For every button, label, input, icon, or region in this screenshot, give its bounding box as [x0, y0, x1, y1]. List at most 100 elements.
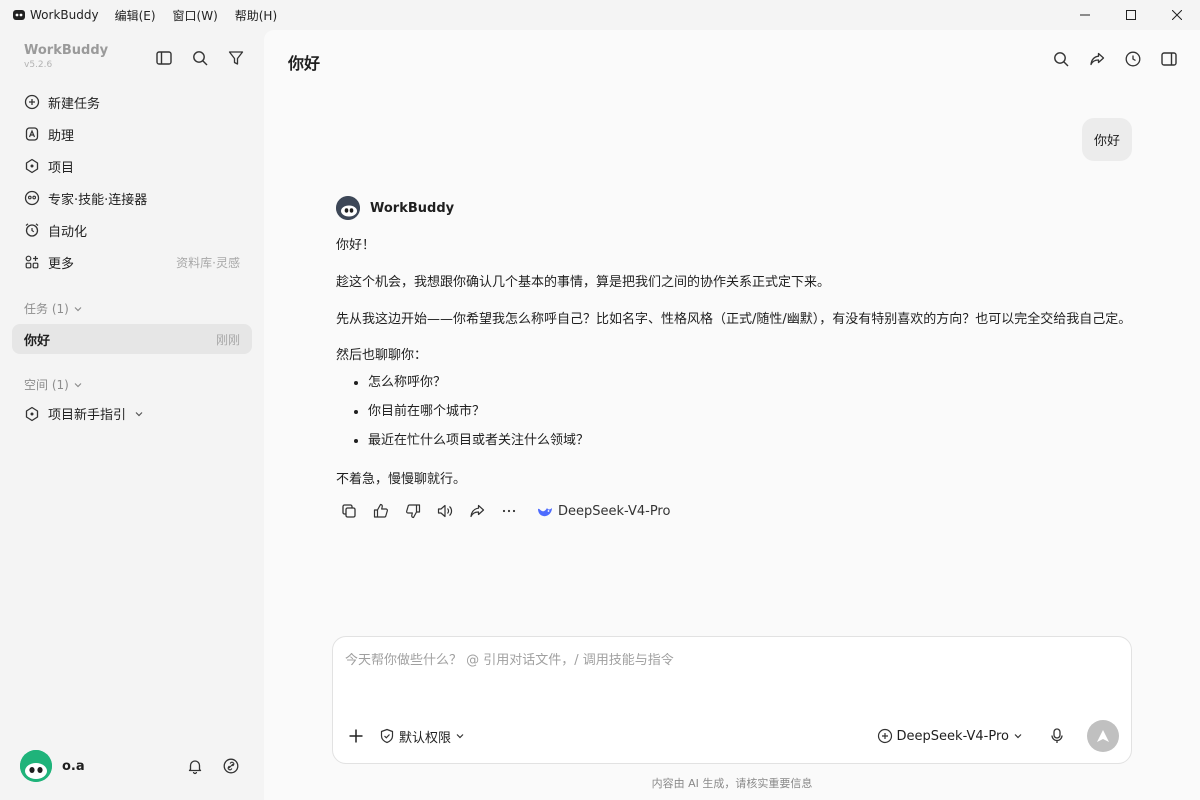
sidebar-item-project[interactable]: 项目 [12, 150, 252, 182]
chevron-down-icon [1014, 734, 1022, 739]
sidebar-item-label: 专家·技能·连接器 [48, 192, 148, 208]
composer-toolbar: 默认权限 DeepSeek-V4-Pro [347, 720, 1119, 752]
menu-help[interactable]: 帮助(H) [235, 7, 277, 24]
sidebar-item-experts[interactable]: 专家·技能·连接器 [12, 182, 252, 214]
more-subtitle: 资料库·灵感 [176, 255, 240, 270]
page-title: 你好 [288, 54, 321, 73]
user-message: 你好 [1081, 118, 1132, 161]
task-item[interactable]: 你好 刚刚 [12, 324, 252, 354]
copy-icon[interactable] [340, 502, 358, 520]
sidebar-item-new-task[interactable]: 新建任务 [12, 86, 252, 118]
app-version: v5.2.6 [24, 60, 53, 70]
close-button[interactable] [1154, 0, 1200, 30]
task-title: 你好 [24, 333, 51, 349]
grid-plus-icon [25, 255, 39, 269]
message-paragraph: 然后也聊聊你： [336, 348, 428, 363]
send-arrow-icon [1097, 730, 1109, 742]
alarm-clock-icon [25, 223, 39, 237]
title-bar: WorkBuddy 编辑(E) 窗口(W) 帮助(H) [0, 0, 1200, 30]
add-icon[interactable] [347, 727, 365, 745]
permission-label: 默认权限 [399, 730, 452, 746]
list-item: 最近在忙什么项目或者关注什么领域？ [368, 426, 1136, 455]
chevron-down-icon [74, 382, 82, 387]
expert-icon [24, 190, 40, 206]
speaker-icon[interactable] [436, 502, 454, 520]
plus-circle-icon [877, 728, 892, 744]
disclaimer: 内容由 AI 生成，请核实重要信息 [651, 777, 813, 790]
shield-check-icon [380, 728, 394, 744]
list-item: 怎么称呼你？ [368, 368, 1136, 397]
sidebar-item-label: 新建任务 [48, 96, 101, 112]
message-paragraph: 趁这个机会，我想跟你确认几个基本的事情，算是把我们之间的协作关系正式定下来。 [336, 275, 831, 290]
assistant-icon [25, 127, 39, 141]
workbuddy-logo-icon [13, 10, 25, 20]
sidebar-item-more[interactable]: 更多 资料库·灵感 [12, 246, 252, 278]
chevron-down-icon [74, 306, 82, 311]
sidebar-nav: 新建任务 助理 项目 专家·技能·连接器 自动化 更多 资料库·灵感 [12, 86, 252, 278]
composer: 默认权限 DeepSeek-V4-Pro [332, 636, 1132, 764]
project-icon [25, 406, 39, 421]
share-icon[interactable] [1088, 50, 1106, 68]
chat-input[interactable] [345, 653, 1115, 668]
main-toolbar [1052, 50, 1178, 68]
sidebar-item-assistant[interactable]: 助理 [12, 118, 252, 150]
maximize-icon [1126, 10, 1136, 20]
assistant-name: WorkBuddy [370, 200, 455, 216]
assistant-header: WorkBuddy [336, 196, 1136, 220]
panel-toggle-icon[interactable] [1160, 50, 1178, 68]
space-header[interactable]: 空间 (1) [24, 376, 83, 393]
sidebar-item-label: 更多 [48, 256, 75, 272]
avatar[interactable] [20, 750, 52, 782]
sidebar-item-automation[interactable]: 自动化 [12, 214, 252, 246]
task-time: 刚刚 [215, 332, 240, 347]
thumbs-up-icon[interactable] [372, 502, 390, 520]
model-select[interactable]: DeepSeek-V4-Pro [877, 728, 1023, 744]
sidebar: WorkBuddy v5.2.6 新建任务 助理 项目 专家·技能·连接器 自动… [0, 30, 264, 800]
brand: WorkBuddy v5.2.6 [24, 43, 108, 70]
brand-name: WorkBuddy [24, 43, 109, 58]
history-icon[interactable] [1124, 50, 1142, 68]
sidebar-item-label: 项目 [48, 160, 75, 176]
main-panel: 你好 你好 WorkBuddy 你好！ 趁这个机会，我想跟你确认几个基本的事情，… [264, 30, 1200, 800]
model-tag: DeepSeek-V4-Pro [536, 503, 670, 519]
search-icon[interactable] [191, 49, 209, 67]
message-paragraph: 不着急，慢慢聊就行。 [336, 472, 467, 487]
app-name: WorkBuddy [30, 8, 99, 22]
permission-select[interactable]: 默认权限 [379, 727, 465, 746]
minimize-button[interactable] [1062, 0, 1108, 30]
workbuddy-avatar-icon [336, 196, 360, 220]
sidebar-item-label: 自动化 [48, 224, 88, 240]
tasks-header-label: 任务 (1) [24, 302, 69, 316]
chevron-down-icon [456, 734, 464, 739]
close-icon [1172, 10, 1182, 20]
user-row: o.a [20, 750, 250, 782]
sidebar-tools [155, 49, 245, 67]
window-controls [1062, 0, 1200, 30]
bell-icon[interactable] [186, 757, 204, 775]
message-paragraph: 你好！ [336, 238, 376, 253]
maximize-button[interactable] [1108, 0, 1154, 30]
share-icon[interactable] [468, 502, 486, 520]
space-header-label: 空间 (1) [24, 378, 69, 392]
chevron-down-icon [135, 411, 143, 416]
space-item-label: 项目新手指引 [48, 408, 127, 423]
user-tools [186, 757, 240, 775]
deepseek-icon [538, 508, 552, 517]
sidebar-toggle-icon[interactable] [155, 49, 173, 67]
search-icon[interactable] [1052, 50, 1070, 68]
microphone-icon[interactable] [1049, 727, 1065, 745]
space-item[interactable]: 项目新手指引 [24, 404, 144, 423]
menu-window[interactable]: 窗口(W) [173, 7, 218, 24]
question-list: 怎么称呼你？ 你目前在哪个城市？ 最近在忙什么项目或者关注什么领域？ [368, 368, 1136, 455]
send-button[interactable] [1087, 720, 1119, 752]
project-icon [25, 158, 39, 174]
link-icon[interactable] [222, 757, 240, 775]
sidebar-item-label: 助理 [48, 128, 75, 144]
menu-edit[interactable]: 编辑(E) [115, 7, 156, 24]
more-icon[interactable] [500, 502, 518, 520]
model-name: DeepSeek-V4-Pro [558, 503, 671, 519]
assistant-message: WorkBuddy 你好！ 趁这个机会，我想跟你确认几个基本的事情，算是把我们之… [336, 196, 1136, 520]
tasks-header[interactable]: 任务 (1) [24, 300, 83, 317]
thumbs-down-icon[interactable] [404, 502, 422, 520]
filter-icon[interactable] [227, 49, 245, 67]
